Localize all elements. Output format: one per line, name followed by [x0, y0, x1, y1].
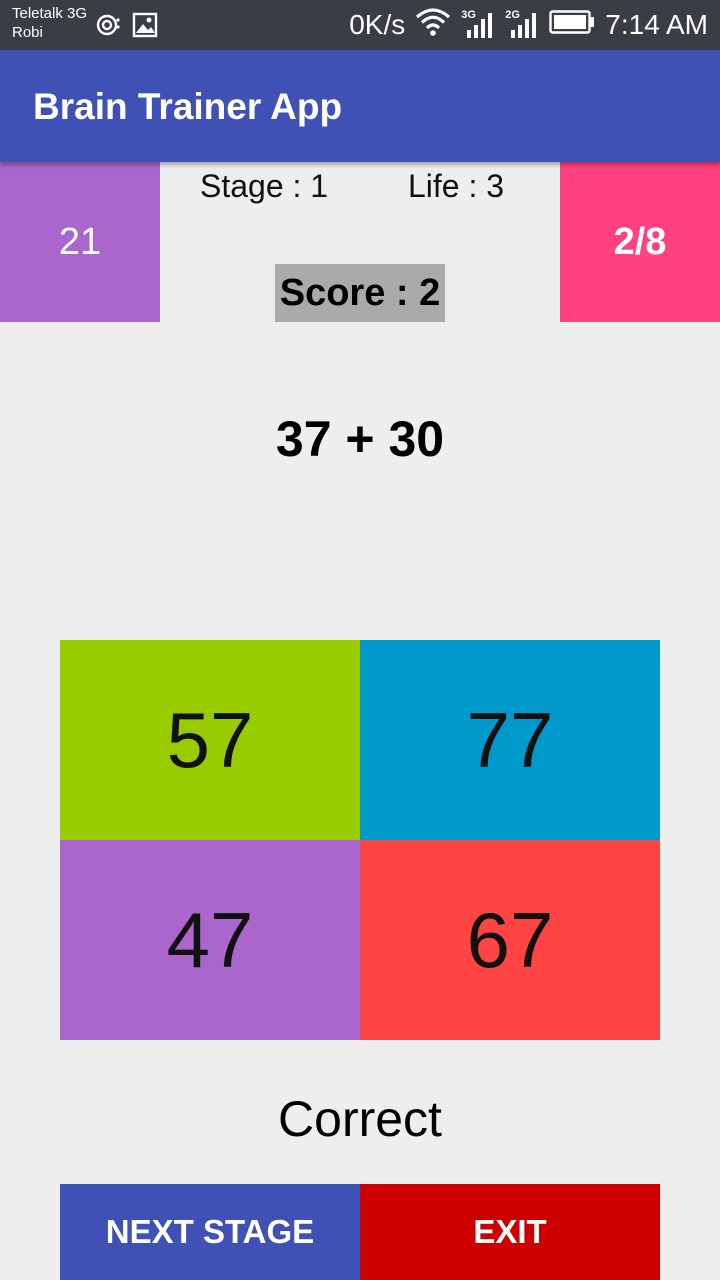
carrier-line-1: Teletalk 3G [12, 5, 88, 22]
next-stage-button[interactable]: NEXT STAGE [60, 1184, 360, 1280]
score-label: Score : 2 [275, 264, 445, 322]
stage-label: Stage : 1 [200, 168, 329, 204]
answer-button-2[interactable]: 77 [360, 640, 660, 840]
answer-button-1[interactable]: 57 [60, 640, 360, 840]
app-title: Brain Trainer App [33, 86, 343, 127]
image-icon [132, 12, 158, 43]
status-right: 0K/s 3G 2G 7:14 AM [349, 0, 708, 50]
carrier-line-2: Robi [12, 24, 43, 41]
screen: Teletalk 3G Robi 0K/s 3G 2G 7:14 AM Brai… [0, 0, 720, 1280]
network-speed: 0K/s [349, 9, 406, 40]
question-text: 37 + 30 [275, 411, 445, 467]
signal-icon: 2G [505, 10, 539, 40]
result-message: Correct [278, 1091, 442, 1147]
answer-button-3[interactable]: 47 [60, 840, 360, 1040]
life-label: Life : 3 [408, 168, 505, 204]
status-bar: Teletalk 3G Robi 0K/s 3G 2G 7:14 AM [0, 0, 720, 50]
progress-display: 2/8 [560, 162, 720, 322]
signal-icon: 3G [461, 10, 495, 40]
clock: 7:14 AM [605, 9, 708, 40]
exit-button[interactable]: EXIT [360, 1184, 660, 1280]
timer-display: 21 [0, 162, 160, 322]
wifi-icon [415, 7, 451, 44]
hotspot-icon [96, 12, 122, 43]
carrier-info: Teletalk 3G Robi [12, 4, 87, 42]
app-bar: Brain Trainer App [0, 50, 720, 162]
battery-icon [549, 9, 595, 42]
notification-icons [96, 12, 158, 43]
answer-button-4[interactable]: 67 [360, 840, 660, 1040]
